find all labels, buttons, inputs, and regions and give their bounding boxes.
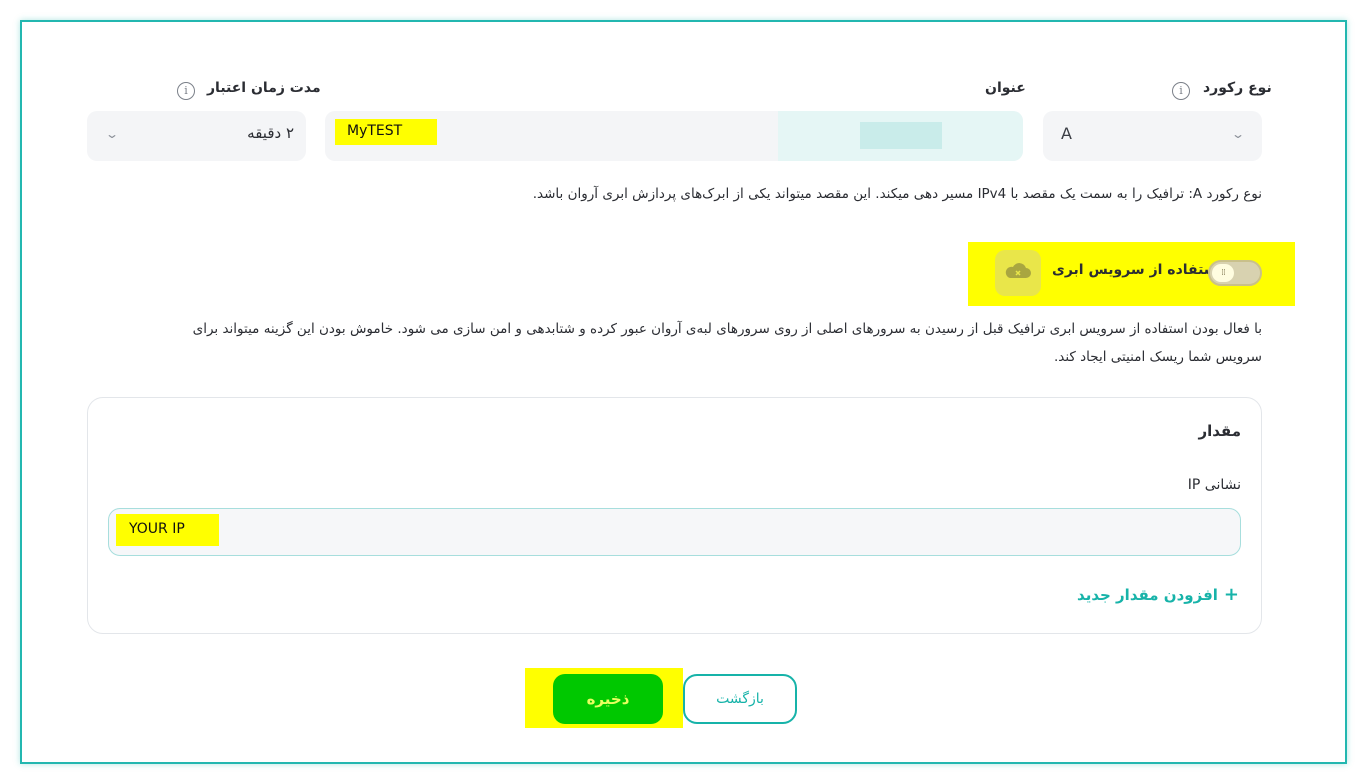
record-type-help: نوع رکورد A: ترافیک را به سمت یک مقصد با… xyxy=(532,186,1262,202)
ttl-select[interactable]: ۲ دقیقه ⌄ xyxy=(87,111,306,161)
ttl-value: ۲ دقیقه xyxy=(247,124,294,142)
add-value-label: افزودن مقدار جدید xyxy=(1077,586,1218,604)
record-type-label: نوع رکورد xyxy=(1203,80,1272,96)
cloud-toggle[interactable]: ⁞⁞ xyxy=(1208,260,1262,286)
ttl-label: مدت زمان اعتبار xyxy=(207,80,321,96)
cloud-help-line2: سرویس شما ریسک امنیتی ایجاد کند. xyxy=(1053,349,1262,365)
back-button[interactable]: بازگشت xyxy=(683,674,797,724)
title-redacted-block xyxy=(860,122,942,149)
info-icon[interactable]: i xyxy=(1172,82,1190,100)
ip-label: نشانی IP xyxy=(1187,477,1241,493)
cloud-toggle-label: استفاده از سرویس ابری xyxy=(1052,262,1223,278)
record-type-select[interactable]: A ⌄ xyxy=(1043,111,1262,161)
ip-highlight: YOUR IP xyxy=(116,514,219,546)
title-value: MyTEST xyxy=(347,123,403,139)
chevron-down-icon: ⌄ xyxy=(104,127,120,141)
value-card: مقدار نشانی IP YOUR IP + افزودن مقدار جدی… xyxy=(87,397,1262,634)
record-type-value: A xyxy=(1061,124,1072,143)
plus-icon: + xyxy=(1223,584,1239,605)
cloud-help-line1: با فعال بودن استفاده از سرویس ابری ترافی… xyxy=(192,321,1262,337)
add-value-button[interactable]: + افزودن مقدار جدید xyxy=(1077,584,1239,605)
info-icon[interactable]: i xyxy=(177,82,195,100)
title-highlight: MyTEST xyxy=(335,119,437,145)
title-label: عنوان xyxy=(985,80,1026,96)
value-section-title: مقدار xyxy=(1198,422,1241,440)
ip-input[interactable] xyxy=(108,508,1241,556)
ip-value: YOUR IP xyxy=(129,521,185,537)
cloud-button[interactable] xyxy=(995,250,1041,296)
toggle-knob: ⁞⁞ xyxy=(1212,264,1234,282)
save-button[interactable]: ذخیره xyxy=(553,674,663,724)
cloud-off-icon xyxy=(1005,263,1031,278)
chevron-down-icon: ⌄ xyxy=(1230,127,1246,141)
